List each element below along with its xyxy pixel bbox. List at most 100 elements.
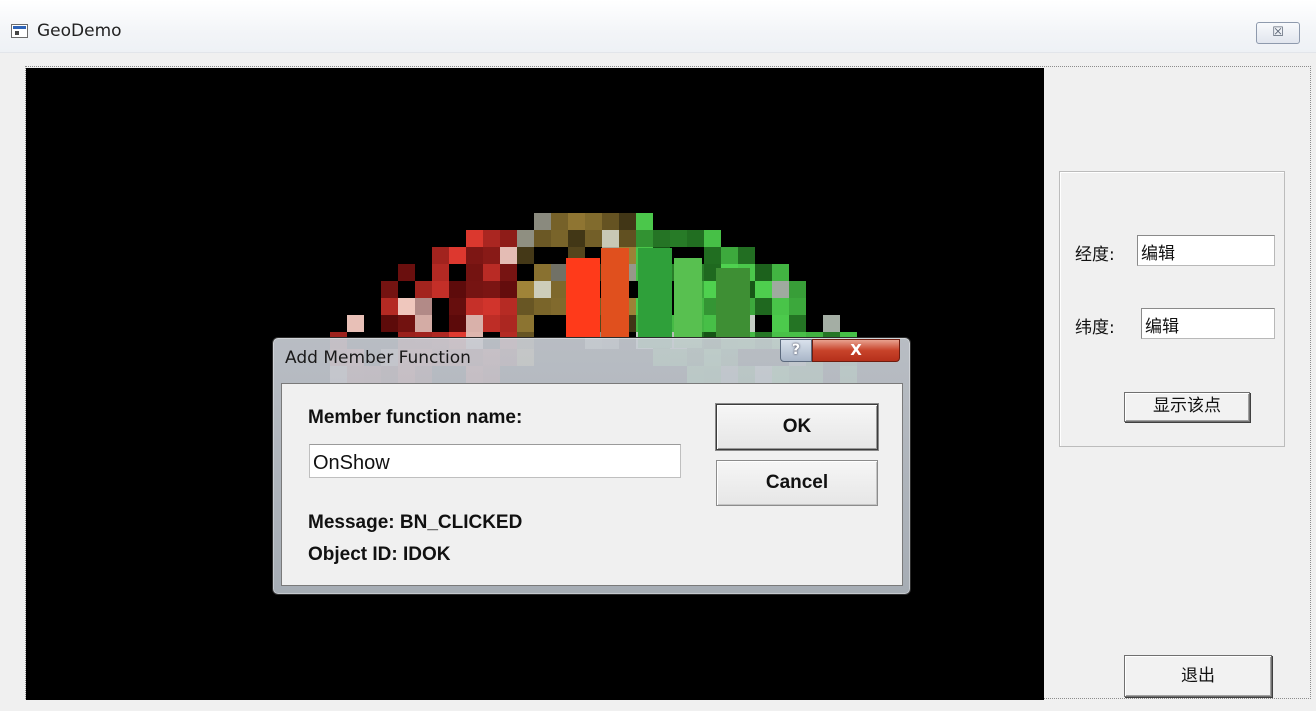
image-pixel (619, 213, 636, 230)
image-pixel (517, 298, 534, 315)
image-pixel (551, 213, 568, 230)
image-pixel (772, 281, 789, 298)
image-pixel (619, 230, 636, 247)
image-pixel (381, 298, 398, 315)
add-member-function-dialog: Add Member Function ? X Member function … (272, 337, 911, 595)
image-pixel (432, 264, 449, 281)
image-pixel (483, 264, 500, 281)
image-pixel (551, 230, 568, 247)
image-pixel (500, 264, 517, 281)
image-pixel (449, 247, 466, 264)
image-pixel (738, 247, 755, 264)
latitude-label: 纬度: (1075, 318, 1115, 338)
image-pixel (772, 298, 789, 315)
image-pixel-block (716, 268, 750, 338)
image-pixel (755, 264, 772, 281)
longitude-field[interactable]: 编辑 (1137, 235, 1275, 266)
image-pixel-block (566, 258, 600, 338)
image-pixel (483, 247, 500, 264)
image-pixel (534, 213, 551, 230)
dialog-client-area: Member function name: Message: BN_CLICKE… (281, 383, 903, 586)
title-bar[interactable]: GeoDemo ☒ (0, 0, 1316, 53)
image-pixel (602, 230, 619, 247)
image-pixel (415, 281, 432, 298)
image-pixel (432, 247, 449, 264)
image-pixel (823, 315, 840, 332)
image-pixel (636, 213, 653, 230)
image-pixel (789, 281, 806, 298)
image-pixel (517, 247, 534, 264)
member-function-name-input[interactable] (309, 444, 681, 478)
image-pixel (398, 315, 415, 332)
image-pixel (534, 230, 551, 247)
image-pixel (483, 230, 500, 247)
image-pixel (347, 315, 364, 332)
image-pixel (704, 247, 721, 264)
image-pixel (755, 281, 772, 298)
image-pixel-block (674, 258, 702, 348)
image-pixel (466, 281, 483, 298)
image-pixel (432, 281, 449, 298)
image-pixel (534, 281, 551, 298)
image-pixel (517, 281, 534, 298)
latitude-field[interactable]: 编辑 (1141, 308, 1275, 339)
image-pixel (415, 298, 432, 315)
image-pixel (398, 264, 415, 281)
image-pixel (551, 298, 568, 315)
dialog-close-button[interactable]: X (812, 339, 900, 362)
image-pixel (517, 315, 534, 332)
image-pixel (602, 213, 619, 230)
image-pixel (500, 230, 517, 247)
exit-button[interactable]: 退出 (1124, 655, 1272, 697)
image-pixel (449, 315, 466, 332)
image-pixel (381, 281, 398, 298)
image-pixel (585, 230, 602, 247)
image-pixel (466, 247, 483, 264)
image-pixel (517, 230, 534, 247)
window-close-button[interactable]: ☒ (1256, 22, 1300, 44)
image-pixel (687, 230, 704, 247)
image-pixel (670, 230, 687, 247)
image-pixel (500, 298, 517, 315)
image-pixel (636, 230, 653, 247)
image-pixel (500, 315, 517, 332)
image-pixel (466, 315, 483, 332)
ok-button[interactable]: OK (716, 404, 878, 450)
show-point-button[interactable]: 显示该点 (1124, 392, 1250, 422)
app-window-icon (11, 24, 28, 38)
image-pixel (415, 315, 432, 332)
image-pixel (449, 281, 466, 298)
image-pixel (704, 230, 721, 247)
image-pixel-block (638, 248, 672, 348)
image-pixel (772, 315, 789, 332)
image-pixel (585, 213, 602, 230)
image-pixel (381, 315, 398, 332)
image-pixel (721, 247, 738, 264)
image-pixel (772, 264, 789, 281)
image-pixel (534, 298, 551, 315)
image-pixel (483, 315, 500, 332)
window-title: GeoDemo (37, 21, 122, 41)
image-pixel (568, 230, 585, 247)
image-pixel (466, 264, 483, 281)
image-pixel (568, 213, 585, 230)
dialog-title: Add Member Function (285, 348, 471, 368)
image-pixel (398, 298, 415, 315)
cancel-button[interactable]: Cancel (716, 460, 878, 506)
image-pixel (466, 298, 483, 315)
image-pixel (551, 281, 568, 298)
image-pixel (500, 247, 517, 264)
help-button[interactable]: ? (780, 339, 812, 362)
image-pixel (534, 264, 551, 281)
image-pixel (551, 264, 568, 281)
message-text: Message: BN_CLICKED (308, 512, 523, 533)
image-pixel (449, 298, 466, 315)
member-function-name-label: Member function name: (308, 407, 523, 428)
image-pixel (466, 230, 483, 247)
image-pixel (653, 230, 670, 247)
image-pixel (789, 298, 806, 315)
image-pixel-block (601, 248, 629, 338)
image-pixel (789, 315, 806, 332)
longitude-label: 经度: (1075, 245, 1115, 265)
image-pixel (500, 281, 517, 298)
